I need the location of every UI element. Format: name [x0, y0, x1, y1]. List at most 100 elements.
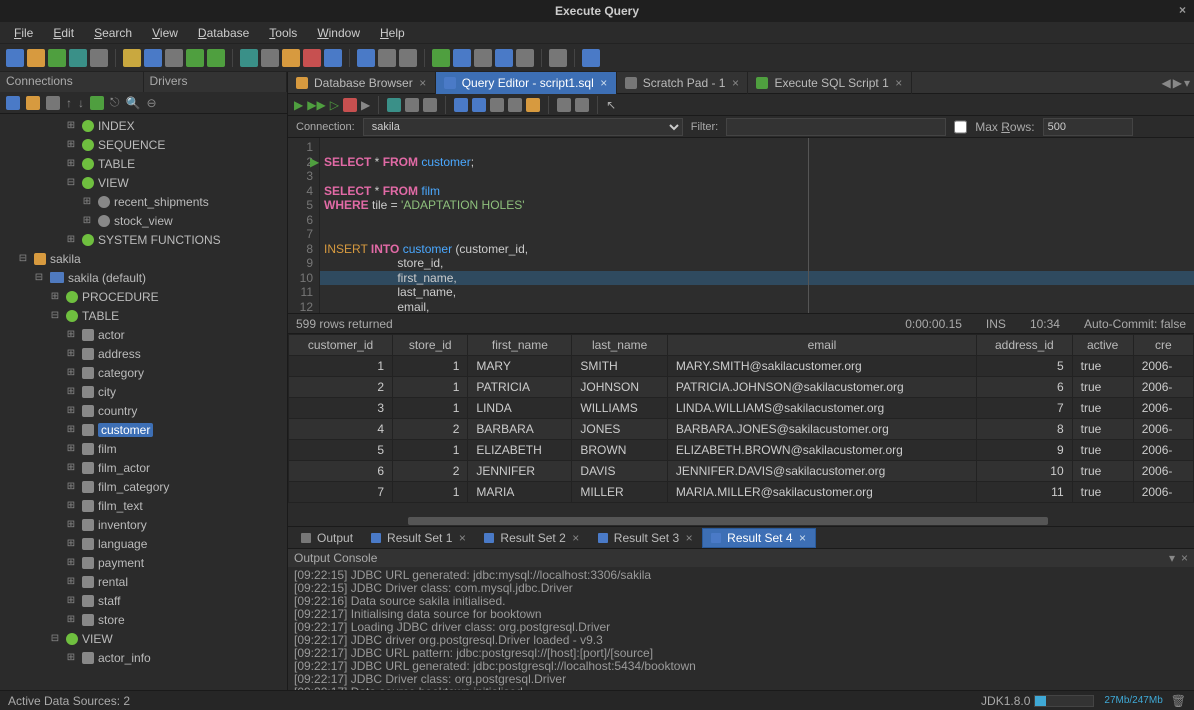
- tab-close-icon[interactable]: ×: [572, 531, 580, 545]
- pointer-icon[interactable]: ↖: [606, 98, 616, 112]
- toolbar-icon[interactable]: [69, 49, 87, 67]
- menu-window[interactable]: Window: [309, 24, 368, 42]
- tab-prev-icon[interactable]: ◀: [1162, 76, 1171, 90]
- tree-node[interactable]: ⊞PROCEDURE: [0, 287, 287, 306]
- tree-node[interactable]: ⊞category: [0, 363, 287, 382]
- result-tab[interactable]: Result Set 1×: [362, 528, 475, 548]
- maxrows-input[interactable]: [1043, 118, 1133, 136]
- toolbar-icon[interactable]: [453, 49, 471, 67]
- tree-node[interactable]: ⊞actor: [0, 325, 287, 344]
- expand-icon[interactable]: ⊞: [64, 519, 78, 530]
- table-row[interactable]: 31LINDAWILLIAMSLINDA.WILLIAMS@sakilacust…: [289, 398, 1194, 419]
- expand-icon[interactable]: ⊞: [64, 538, 78, 549]
- toolbar-icon[interactable]: [6, 49, 24, 67]
- folder-icon[interactable]: [26, 96, 40, 110]
- column-header[interactable]: last_name: [572, 335, 668, 356]
- toolbar-icon[interactable]: [357, 49, 375, 67]
- toolbar-icon[interactable]: [378, 49, 396, 67]
- result-tab[interactable]: Result Set 4×: [702, 528, 815, 548]
- expand-icon[interactable]: ⊞: [64, 462, 78, 473]
- tree-node[interactable]: ⊞customer: [0, 420, 287, 439]
- doc-tab[interactable]: Execute SQL Script 1×: [748, 72, 911, 94]
- tree-node[interactable]: ⊞actor_info: [0, 648, 287, 667]
- expand-icon[interactable]: ⊞: [64, 595, 78, 606]
- tree-node[interactable]: ⊞country: [0, 401, 287, 420]
- result-tab[interactable]: Result Set 3×: [589, 528, 702, 548]
- copy-icon[interactable]: [144, 49, 162, 67]
- sql-editor[interactable]: 1234567891011121314 ▶SELECT * FROM custo…: [288, 138, 1194, 314]
- delete-icon[interactable]: [46, 96, 60, 110]
- tree-node[interactable]: ⊞address: [0, 344, 287, 363]
- expand-icon[interactable]: ⊟: [32, 272, 46, 283]
- connect-icon[interactable]: ⎋: [110, 95, 120, 110]
- menu-database[interactable]: Database: [190, 24, 257, 42]
- expand-icon[interactable]: ⊟: [16, 253, 30, 264]
- expand-icon[interactable]: ⊞: [48, 291, 62, 302]
- menu-search[interactable]: Search: [86, 24, 140, 42]
- toolbar-icon[interactable]: [526, 98, 540, 112]
- expand-icon[interactable]: ⊞: [80, 215, 94, 226]
- tree-node[interactable]: ⊞TABLE: [0, 154, 287, 173]
- tree-node[interactable]: ⊞staff: [0, 591, 287, 610]
- tree-node[interactable]: ⊞city: [0, 382, 287, 401]
- expand-icon[interactable]: ⊟: [48, 310, 62, 321]
- menu-view[interactable]: View: [144, 24, 186, 42]
- tree-node[interactable]: ⊞language: [0, 534, 287, 553]
- toolbar-icon[interactable]: [303, 49, 321, 67]
- refresh-icon[interactable]: [90, 96, 104, 110]
- tab-close-icon[interactable]: ×: [731, 76, 739, 90]
- tab-drivers[interactable]: Drivers: [144, 72, 288, 92]
- toolbar-icon[interactable]: [490, 98, 504, 112]
- doc-tab[interactable]: Database Browser×: [288, 72, 436, 94]
- tab-close-icon[interactable]: ×: [685, 531, 693, 545]
- console-body[interactable]: [09:22:15] JDBC URL generated: jdbc:mysq…: [288, 567, 1194, 690]
- tree-node[interactable]: ⊟VIEW: [0, 629, 287, 648]
- gc-icon[interactable]: 🗑: [1171, 694, 1186, 708]
- toolbar-icon[interactable]: [474, 49, 492, 67]
- tree-node[interactable]: ⊞film_text: [0, 496, 287, 515]
- expand-icon[interactable]: ⊞: [64, 500, 78, 511]
- maxrows-checkbox[interactable]: [954, 118, 967, 136]
- code-content[interactable]: ▶SELECT * FROM customer; SELECT * FROM f…: [320, 138, 1194, 313]
- column-header[interactable]: cre: [1133, 335, 1193, 356]
- toolbar-icon[interactable]: [575, 98, 589, 112]
- rollback-icon[interactable]: [405, 98, 419, 112]
- menu-tools[interactable]: Tools: [261, 24, 305, 42]
- help-icon[interactable]: [582, 49, 600, 67]
- commit-icon[interactable]: [387, 98, 401, 112]
- expand-icon[interactable]: ⊞: [64, 576, 78, 587]
- expand-icon[interactable]: ⊞: [64, 139, 78, 150]
- tab-list-icon[interactable]: ▾: [1184, 76, 1190, 90]
- doc-tab[interactable]: Query Editor - script1.sql×: [436, 72, 617, 94]
- column-header[interactable]: first_name: [468, 335, 572, 356]
- expand-icon[interactable]: ⊟: [64, 177, 78, 188]
- toolbar-icon[interactable]: [282, 49, 300, 67]
- tree-node[interactable]: ⊞rental: [0, 572, 287, 591]
- toolbar-icon[interactable]: [423, 98, 437, 112]
- expand-icon[interactable]: ⊞: [64, 405, 78, 416]
- tree-node[interactable]: ⊟TABLE: [0, 306, 287, 325]
- connection-select[interactable]: sakila: [363, 118, 683, 136]
- toolbar-icon[interactable]: [472, 98, 486, 112]
- tree-node[interactable]: ⊞film_actor: [0, 458, 287, 477]
- expand-icon[interactable]: ⊞: [80, 196, 94, 207]
- expand-icon[interactable]: ⊞: [64, 367, 78, 378]
- toolbar-icon[interactable]: [90, 49, 108, 67]
- menu-file[interactable]: File: [6, 24, 41, 42]
- tree-node[interactable]: ⊞recent_shipments: [0, 192, 287, 211]
- tree-node[interactable]: ⊟VIEW: [0, 173, 287, 192]
- expand-icon[interactable]: ⊞: [64, 329, 78, 340]
- results-hscrollbar[interactable]: [288, 516, 1194, 526]
- expand-icon[interactable]: ⊞: [64, 557, 78, 568]
- toolbar-icon[interactable]: [454, 98, 468, 112]
- toolbar-icon[interactable]: [432, 49, 450, 67]
- tab-close-icon[interactable]: ×: [458, 531, 466, 545]
- toolbar-icon[interactable]: [324, 49, 342, 67]
- console-min-icon[interactable]: ▾: [1169, 551, 1175, 565]
- collapse-icon[interactable]: ⊖: [146, 96, 156, 110]
- next-icon[interactable]: ▶: [361, 98, 370, 112]
- toolbar-icon[interactable]: [261, 49, 279, 67]
- settings-icon[interactable]: [549, 49, 567, 67]
- toolbar-icon[interactable]: [557, 98, 571, 112]
- menu-help[interactable]: Help: [372, 24, 413, 42]
